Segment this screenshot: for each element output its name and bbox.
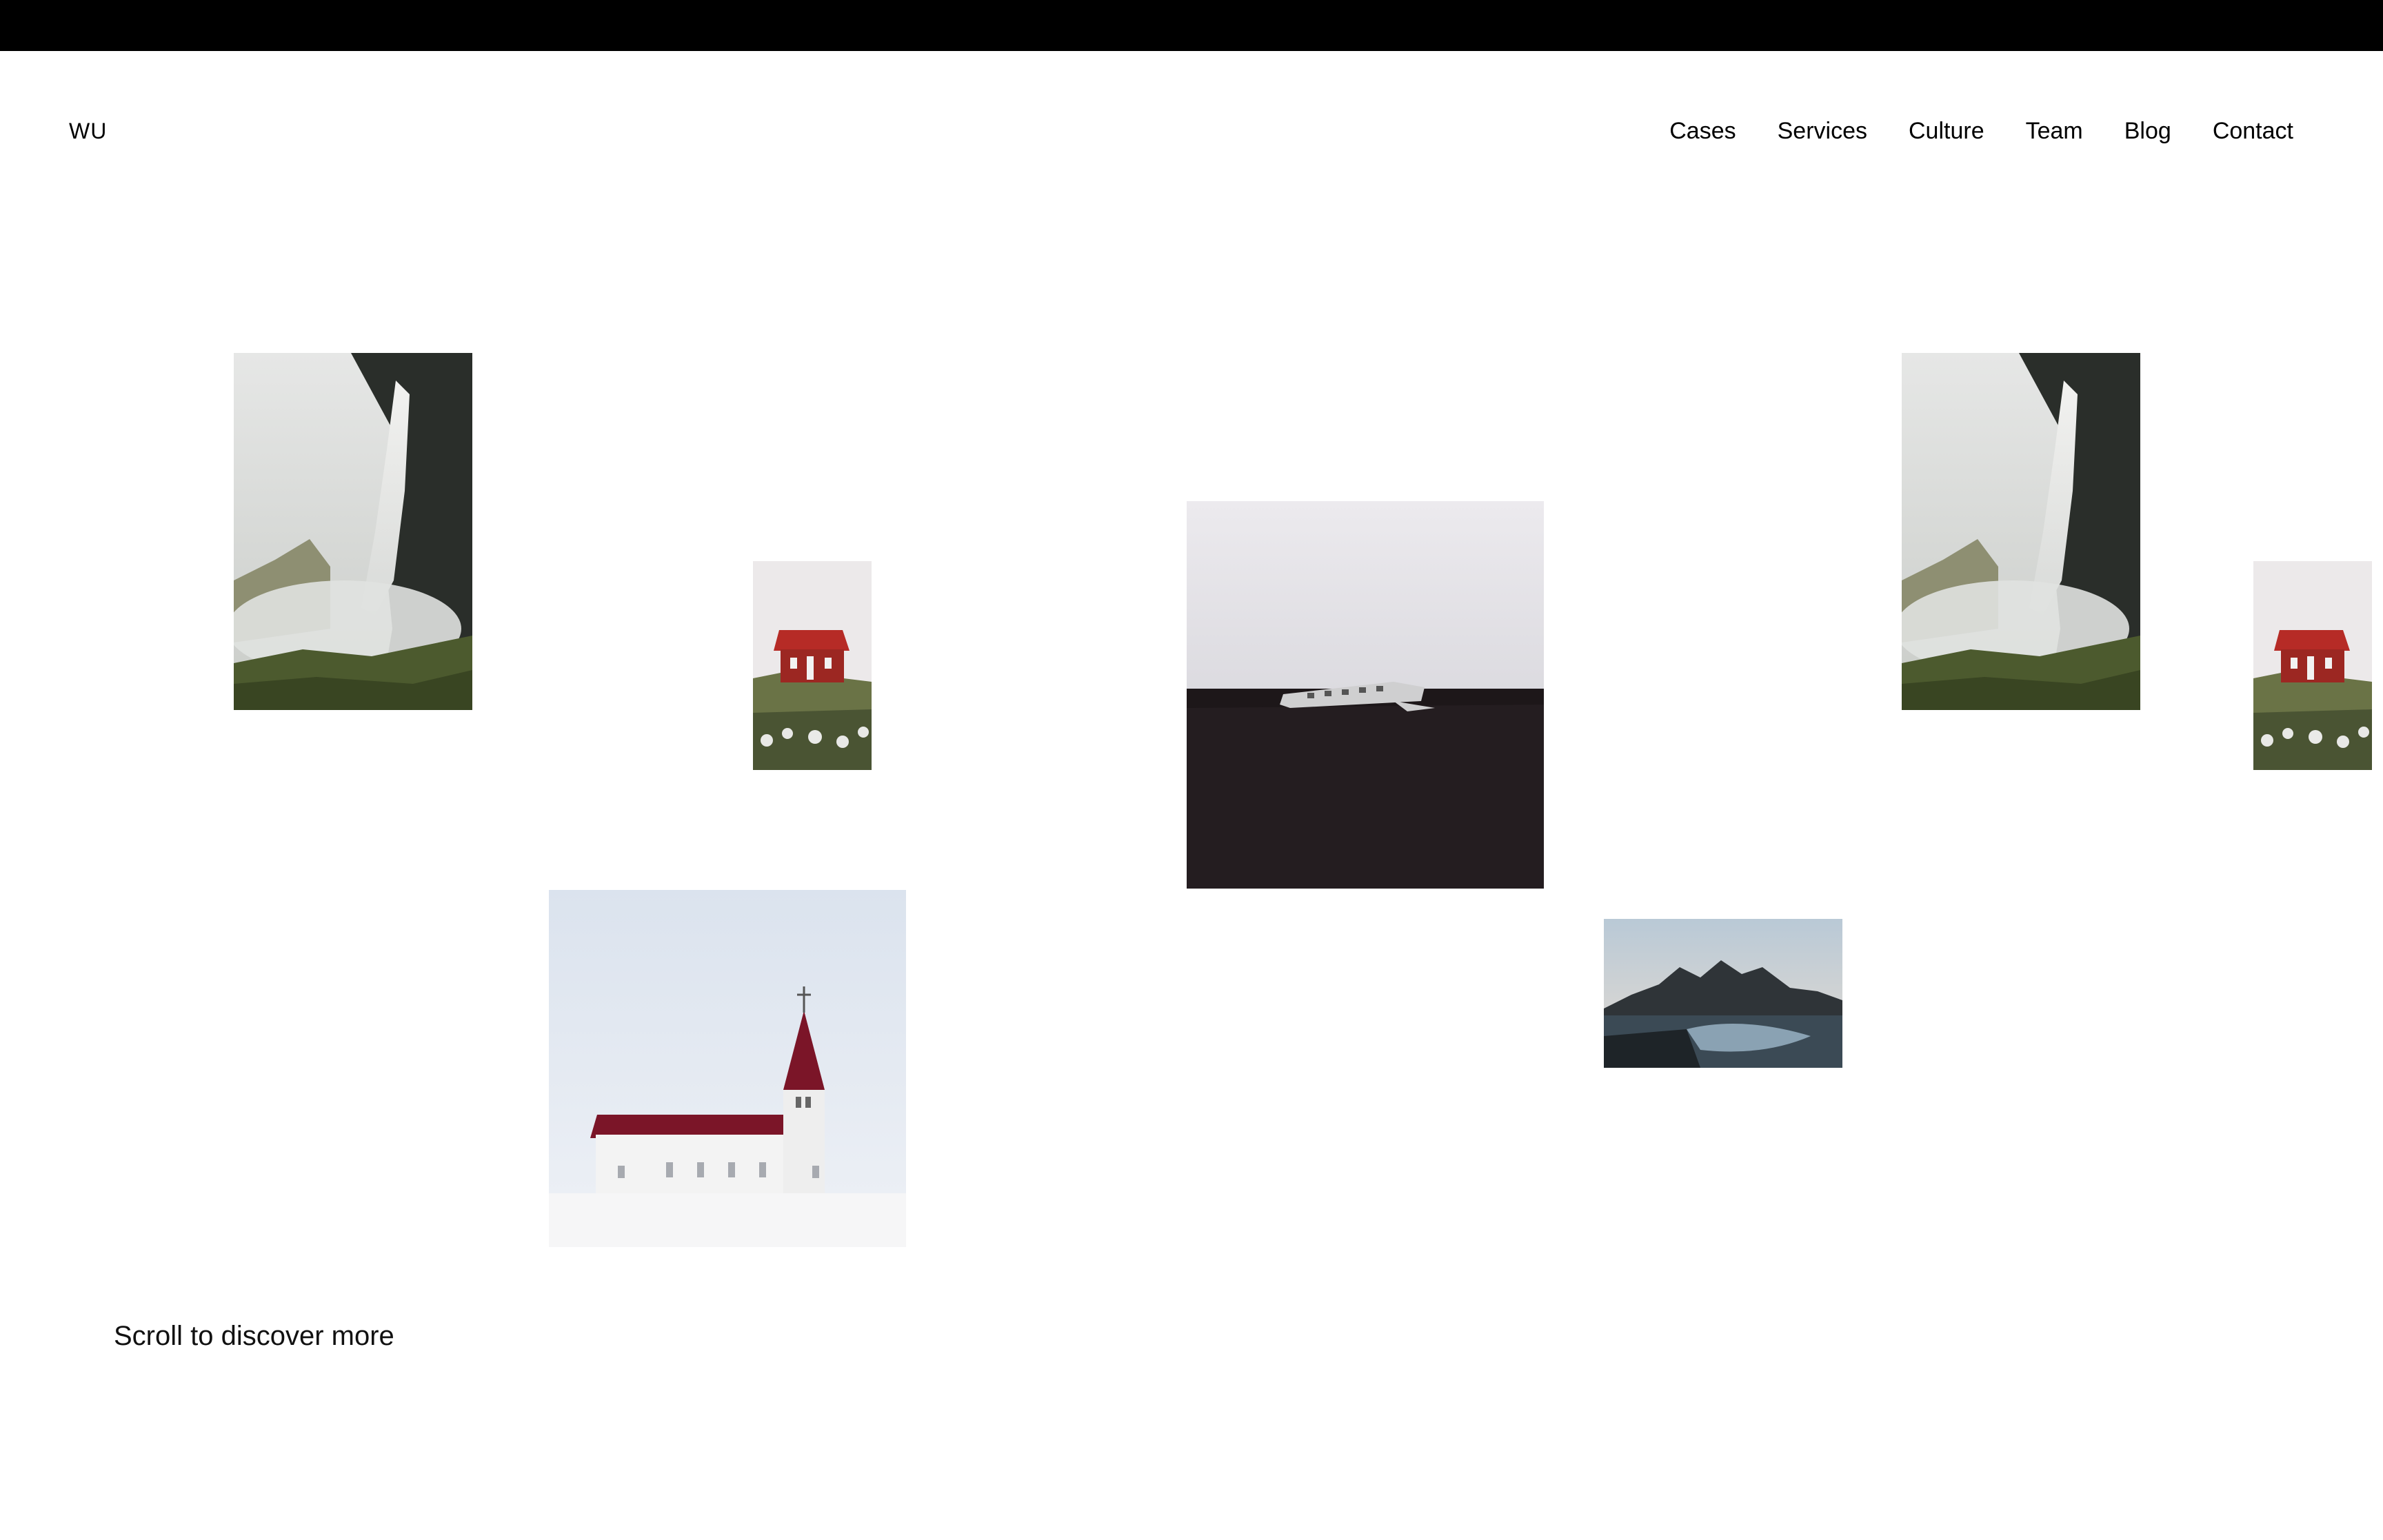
red-house-photo[interactable]	[753, 561, 872, 770]
top-bar	[0, 0, 2383, 51]
scroll-hint: Scroll to discover more	[114, 1321, 394, 1351]
nav-link-team[interactable]: Team	[2026, 117, 2083, 145]
main-nav: Cases Services Culture Team Blog Contact	[1669, 117, 2293, 145]
nav-link-cases[interactable]: Cases	[1669, 117, 1736, 145]
waterfall-photo[interactable]	[234, 353, 472, 710]
nav-link-culture[interactable]: Culture	[1909, 117, 1984, 145]
nav-link-contact[interactable]: Contact	[2213, 117, 2293, 145]
red-house-photo[interactable]	[2253, 561, 2372, 770]
plane-wreck-photo[interactable]	[1187, 501, 1544, 889]
logo[interactable]: WU	[69, 117, 107, 145]
nav-link-blog[interactable]: Blog	[2124, 117, 2171, 145]
nav-link-services[interactable]: Services	[1778, 117, 1867, 145]
waterfall-photo[interactable]	[1902, 353, 2140, 710]
church-photo[interactable]	[549, 890, 906, 1247]
coastline-photo[interactable]	[1604, 919, 1842, 1068]
